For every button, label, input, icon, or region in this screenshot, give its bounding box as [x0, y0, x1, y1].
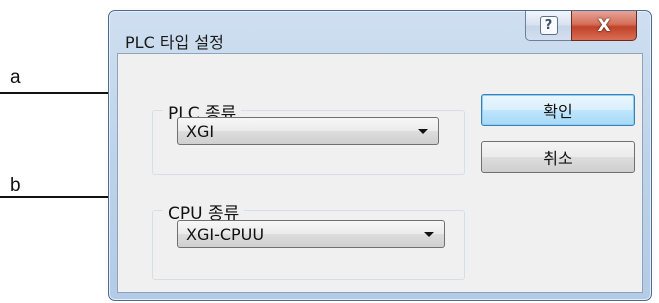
plc-type-select[interactable]: XGI [177, 117, 439, 145]
chevron-down-icon [418, 129, 428, 134]
dialog-body: PLC 종류 XGI CPU 종류 XGI-CPUU 확인 취소 [117, 53, 643, 293]
plc-type-dialog: PLC 타입 설정 ? X PLC 종류 XGI CPU 종류 XGI-CPUU… [108, 10, 652, 301]
chevron-down-icon [424, 232, 434, 237]
close-button[interactable]: X [571, 11, 637, 41]
cpu-type-value: XGI-CPUU [186, 225, 265, 244]
plc-type-value: XGI [186, 122, 215, 141]
help-button[interactable]: ? [525, 11, 572, 41]
cpu-type-select[interactable]: XGI-CPUU [177, 220, 445, 248]
question-icon: ? [539, 16, 558, 35]
callout-label-b: b [10, 175, 21, 196]
callout-arrow-b-line [0, 196, 118, 198]
callout-arrow-a-line [0, 92, 118, 94]
ok-button[interactable]: 확인 [481, 94, 635, 126]
close-icon: X [597, 15, 611, 36]
cancel-button[interactable]: 취소 [481, 141, 635, 173]
callout-label-a: a [10, 67, 21, 88]
window-title: PLC 타입 설정 [125, 33, 224, 52]
